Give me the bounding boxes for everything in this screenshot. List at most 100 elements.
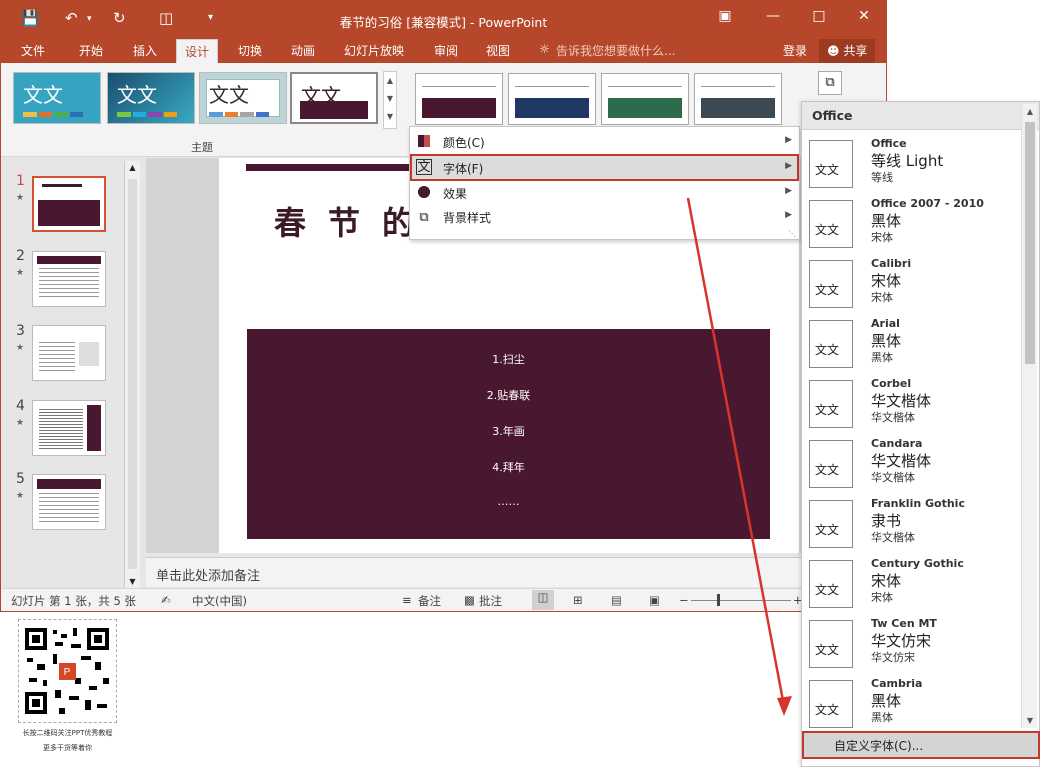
- slide-thumbnail[interactable]: [32, 251, 106, 307]
- font-theme-name: Calibri: [871, 257, 912, 270]
- theme-thumbnail[interactable]: 文文: [107, 72, 195, 124]
- slide-number: 2: [16, 248, 25, 264]
- slide-thumbnail[interactable]: [32, 176, 106, 232]
- zoom-out-icon[interactable]: −: [679, 593, 689, 607]
- font-preview: 文文: [809, 380, 853, 428]
- font-theme-name: Candara: [871, 437, 923, 450]
- tab-review[interactable]: 审阅: [434, 42, 458, 59]
- zoom-slider[interactable]: [691, 600, 791, 601]
- slide-thumbnail[interactable]: [32, 325, 106, 381]
- menu-item-background-style-label: 背景样式: [443, 211, 492, 225]
- tell-me-box[interactable]: 告诉我您想要做什么...: [556, 42, 675, 59]
- tab-transitions[interactable]: 切换: [238, 42, 262, 59]
- theme-sample-text: 文文: [209, 83, 249, 107]
- tab-insert[interactable]: 插入: [133, 42, 157, 59]
- variant-thumbnail[interactable]: [601, 73, 689, 125]
- share-button[interactable]: ☻ 共享: [819, 39, 876, 63]
- scroll-up-icon[interactable]: ▲: [125, 163, 140, 172]
- font-theme-panel: Office 文文 Office 等线 Light 等线 文文 Office 2…: [801, 101, 1040, 767]
- svg-text:P: P: [64, 667, 71, 678]
- scroll-up-icon[interactable]: ▲: [1022, 107, 1038, 116]
- normal-view-icon[interactable]: ◫: [532, 590, 554, 610]
- menu-item-background-style[interactable]: ⧉ 背景样式 ▶: [410, 205, 799, 229]
- theme-thumbnail-selected[interactable]: 文文: [290, 72, 378, 124]
- font-preview-text: 文文: [815, 403, 840, 417]
- font-theme-name: Arial: [871, 317, 900, 330]
- zoom-slider-thumb[interactable]: [717, 594, 720, 606]
- font-theme-option[interactable]: 文文 Cambria 黑体 黑体: [802, 676, 1020, 736]
- scroll-thumb[interactable]: [128, 179, 137, 569]
- scroll-down-icon[interactable]: ▼: [125, 577, 140, 586]
- tab-view[interactable]: 视图: [486, 42, 510, 59]
- variant-thumbnail[interactable]: [508, 73, 596, 125]
- language-indicator[interactable]: 中文(中国): [192, 593, 247, 609]
- themes-group-label: 主题: [191, 141, 213, 154]
- variant-thumbnail[interactable]: [694, 73, 782, 125]
- body-font: 华文楷体: [871, 531, 915, 544]
- slide-pane-scrollbar[interactable]: ▲ ▼: [124, 161, 140, 588]
- variant-line: [608, 86, 682, 87]
- format-background-icon[interactable]: ⧉: [818, 71, 842, 95]
- minimize-icon[interactable]: —: [758, 8, 788, 24]
- slide-thumbnail[interactable]: [32, 474, 106, 530]
- maximize-icon[interactable]: □: [804, 8, 834, 24]
- comments-icon[interactable]: ▩: [464, 593, 475, 607]
- notes-button[interactable]: 备注: [418, 593, 441, 609]
- font-theme-option[interactable]: 文文 Office 等线 Light 等线: [802, 136, 1020, 196]
- font-theme-option[interactable]: 文文 Arial 黑体 黑体: [802, 316, 1020, 376]
- theme-thumbnail[interactable]: 文文: [199, 72, 287, 124]
- thumb-text: [39, 493, 99, 523]
- tab-design[interactable]: 设计: [176, 39, 219, 63]
- font-theme-option[interactable]: 文文 Franklin Gothic 隶书 华文楷体: [802, 496, 1020, 556]
- font-theme-option[interactable]: 文文 Calibri 宋体 宋体: [802, 256, 1020, 316]
- slide-sorter-icon[interactable]: ⊞: [573, 593, 583, 607]
- scroll-down-icon[interactable]: ▼: [1022, 716, 1038, 725]
- font-preview-text: 文文: [815, 463, 840, 477]
- spellcheck-icon[interactable]: ✍: [161, 593, 171, 607]
- variant-line: [701, 86, 775, 87]
- font-preview-text: 文文: [815, 583, 840, 597]
- font-theme-option[interactable]: 文文 Office 2007 - 2010 黑体 宋体: [802, 196, 1020, 256]
- thumb-band: [37, 479, 101, 489]
- login-link[interactable]: 登录: [783, 42, 807, 59]
- font-theme-option[interactable]: 文文 Tw Cen MT 华文仿宋 华文仿宋: [802, 616, 1020, 676]
- custom-fonts-label: 自定义字体(C)...: [834, 739, 924, 753]
- thumb-band: [37, 256, 101, 264]
- close-icon[interactable]: ✕: [849, 8, 879, 24]
- heading-font: 宋体: [871, 272, 902, 290]
- tab-home[interactable]: 开始: [79, 42, 103, 59]
- tab-file[interactable]: 文件: [21, 42, 45, 59]
- notes-pane[interactable]: 单击此处添加备注: [146, 557, 886, 587]
- reading-view-icon[interactable]: ▤: [611, 593, 622, 607]
- font-preview-text: 文文: [815, 643, 840, 657]
- font-preview-text: 文文: [815, 703, 840, 717]
- tab-animations[interactable]: 动画: [291, 42, 315, 59]
- slideshow-icon[interactable]: ▣: [649, 593, 660, 607]
- resize-grip-icon[interactable]: ⋱: [788, 229, 796, 238]
- heading-font: 黑体: [871, 332, 902, 350]
- variant-line: [422, 86, 496, 87]
- restore-ribbon-icon[interactable]: ▣: [710, 8, 740, 24]
- theme-gallery-scroll[interactable]: ▲ ▼ ▼: [383, 71, 397, 129]
- slide-thumbnail[interactable]: [32, 400, 106, 456]
- colors-icon: [416, 135, 432, 151]
- comments-button[interactable]: 批注: [479, 593, 502, 609]
- font-theme-option[interactable]: 文文 Candara 华文楷体 华文楷体: [802, 436, 1020, 496]
- menu-item-colors[interactable]: 颜色(C) ▶: [410, 130, 799, 154]
- theme-thumbnail[interactable]: 文文: [13, 72, 101, 124]
- font-theme-option[interactable]: 文文 Century Gothic 宋体 宋体: [802, 556, 1020, 616]
- font-theme-option[interactable]: 文文 Corbel 华文楷体 华文楷体: [802, 376, 1020, 436]
- heading-font: 等线 Light: [871, 152, 944, 170]
- variant-thumbnail[interactable]: [415, 73, 503, 125]
- slide-content-box[interactable]: 1.扫尘 2.贴春联 3.年画 4.拜年 ……: [247, 329, 770, 539]
- menu-item-effects[interactable]: 效果 ▶: [410, 181, 799, 205]
- custom-fonts-button[interactable]: 自定义字体(C)...: [802, 731, 1040, 759]
- font-panel-scrollbar[interactable]: ▲ ▼: [1021, 104, 1037, 728]
- animation-star-icon: ★: [16, 418, 25, 428]
- menu-item-fonts[interactable]: 文 字体(F) ▶: [410, 154, 799, 181]
- notes-icon[interactable]: ≡: [402, 593, 412, 607]
- scroll-thumb[interactable]: [1025, 122, 1035, 364]
- theme-color-chips: [23, 112, 83, 117]
- person-icon: ☻: [827, 44, 844, 58]
- tab-slideshow[interactable]: 幻灯片放映: [344, 42, 404, 59]
